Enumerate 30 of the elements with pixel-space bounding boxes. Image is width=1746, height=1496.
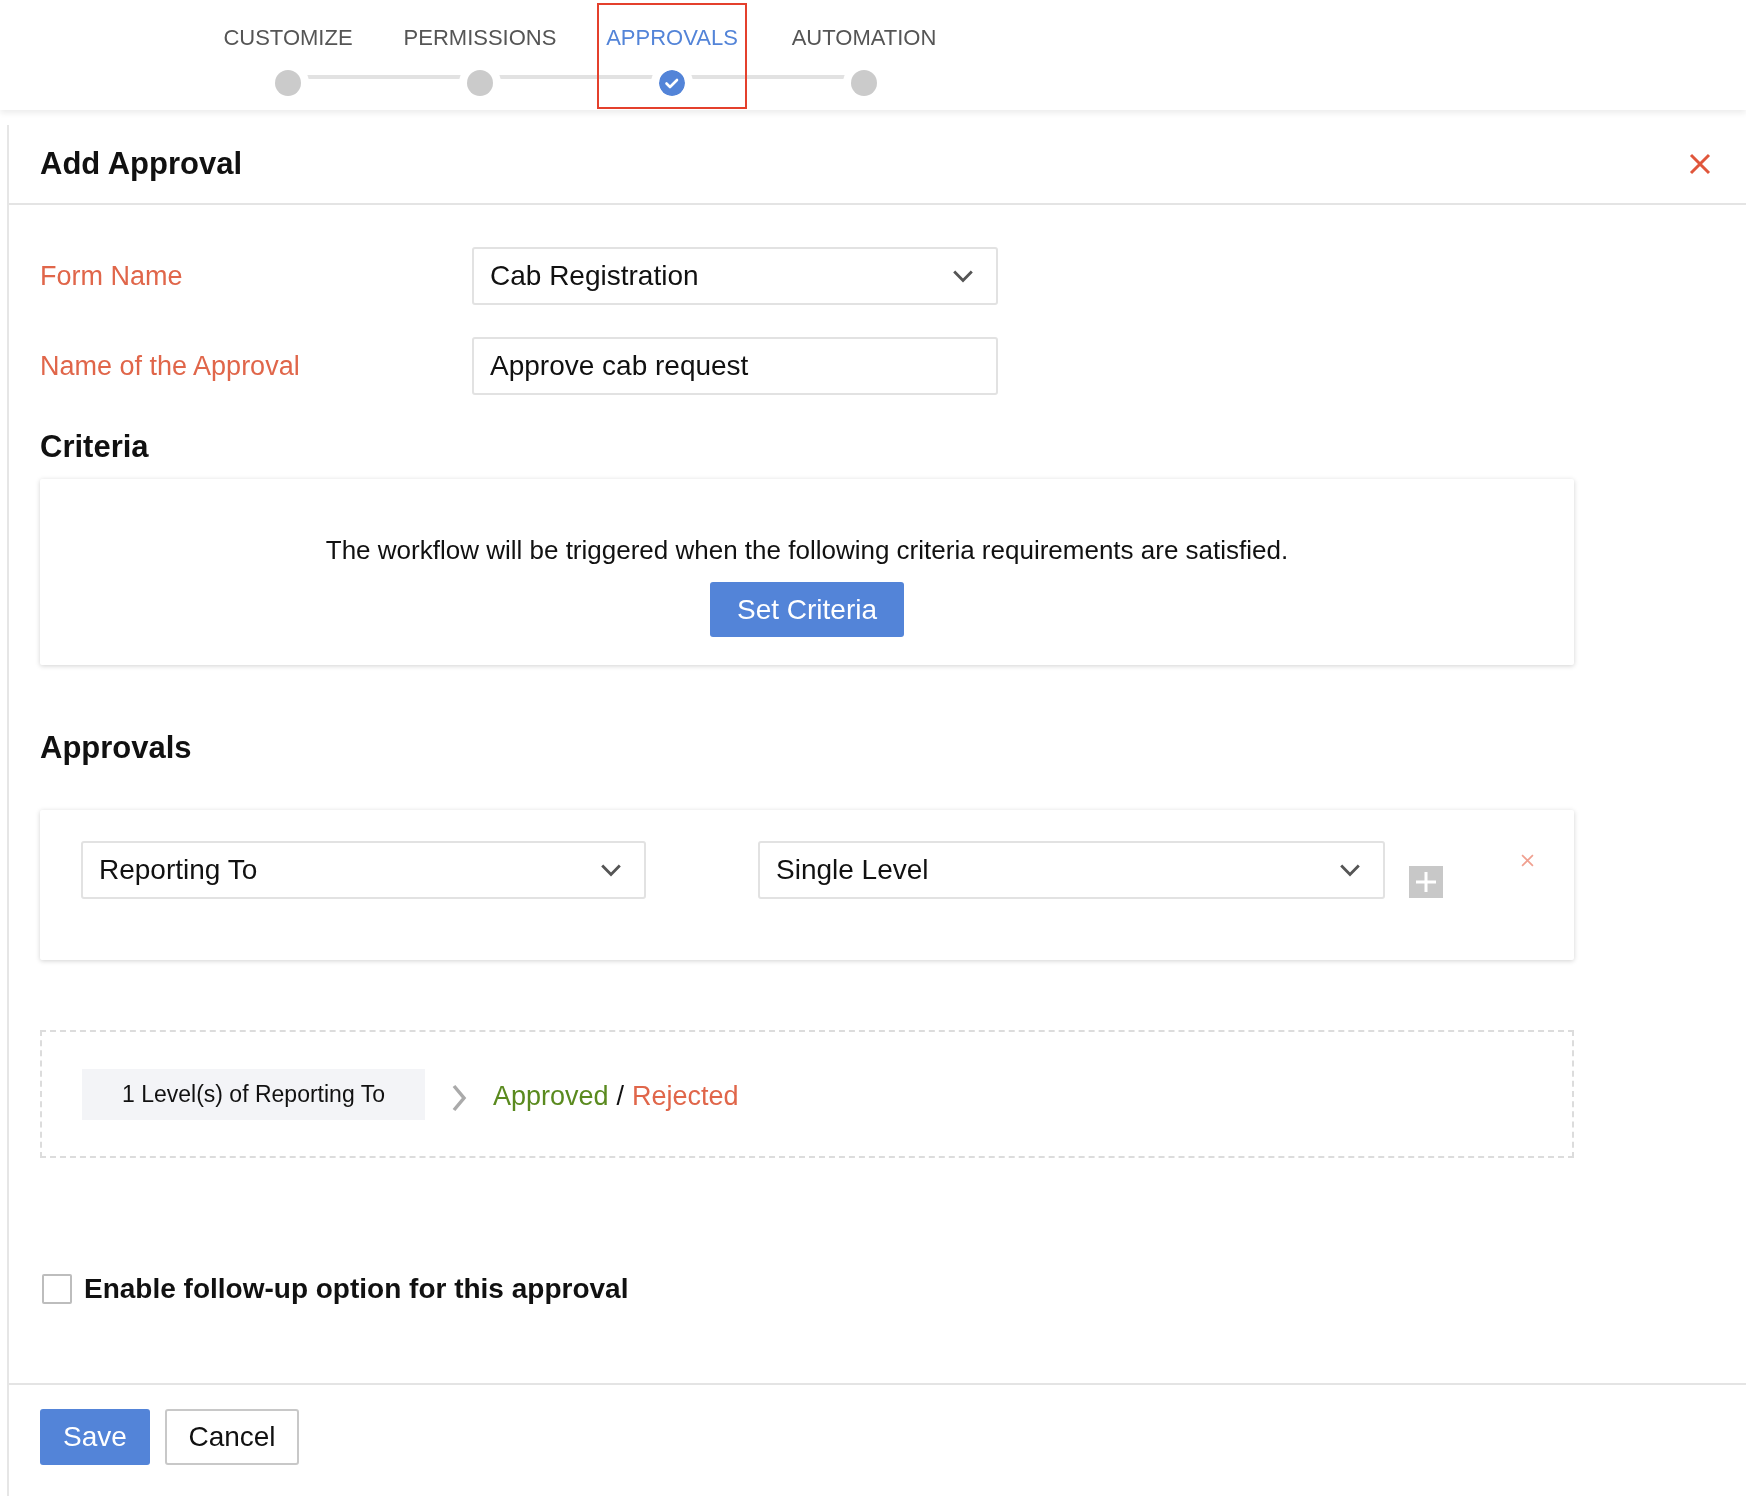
select-field[interactable]: Cab Registration <box>472 247 998 305</box>
field-label: Form Name <box>40 260 184 292</box>
step-tab[interactable]: AUTOMATION <box>789 3 939 109</box>
step-tab[interactable]: APPROVALS <box>597 3 747 109</box>
cancel-button[interactable]: Cancel <box>165 1409 299 1465</box>
select-field[interactable]: Single Level <box>758 841 1385 899</box>
field-label: Name of the Approval <box>40 350 301 382</box>
step-tab[interactable]: PERMISSIONS <box>405 3 555 109</box>
section-heading: Approvals <box>40 730 193 766</box>
panel-title: Add Approval <box>40 146 243 182</box>
set-criteria-button[interactable]: Set Criteria <box>710 582 904 637</box>
input-field[interactable]: Approve cab request <box>472 337 998 395</box>
chevron-down-icon <box>1339 863 1361 877</box>
criteria-text: The workflow will be triggered when the following criteria requirements are satisfied. <box>325 535 1289 566</box>
rejected-status: Rejected <box>632 1080 739 1112</box>
checkbox-label: Enable follow-up option for this approval <box>84 1273 629 1305</box>
chevron-down-icon <box>600 863 622 877</box>
save-button[interactable]: Save <box>40 1409 150 1465</box>
separator-text: / <box>616 1080 625 1112</box>
step-tab[interactable]: CUSTOMIZE <box>213 3 363 109</box>
chevron-right-icon <box>450 1083 467 1113</box>
add-icon[interactable] <box>1409 866 1443 898</box>
checkbox[interactable] <box>42 1274 72 1304</box>
select-field[interactable]: Reporting To <box>81 841 646 899</box>
chevron-down-icon <box>952 269 974 283</box>
approved-status: Approved <box>492 1080 609 1112</box>
remove-icon[interactable] <box>1521 854 1534 867</box>
close-icon[interactable] <box>1689 153 1711 175</box>
level-chip: 1 Level(s) of Reporting To <box>82 1068 425 1120</box>
section-heading: Criteria <box>40 429 150 465</box>
